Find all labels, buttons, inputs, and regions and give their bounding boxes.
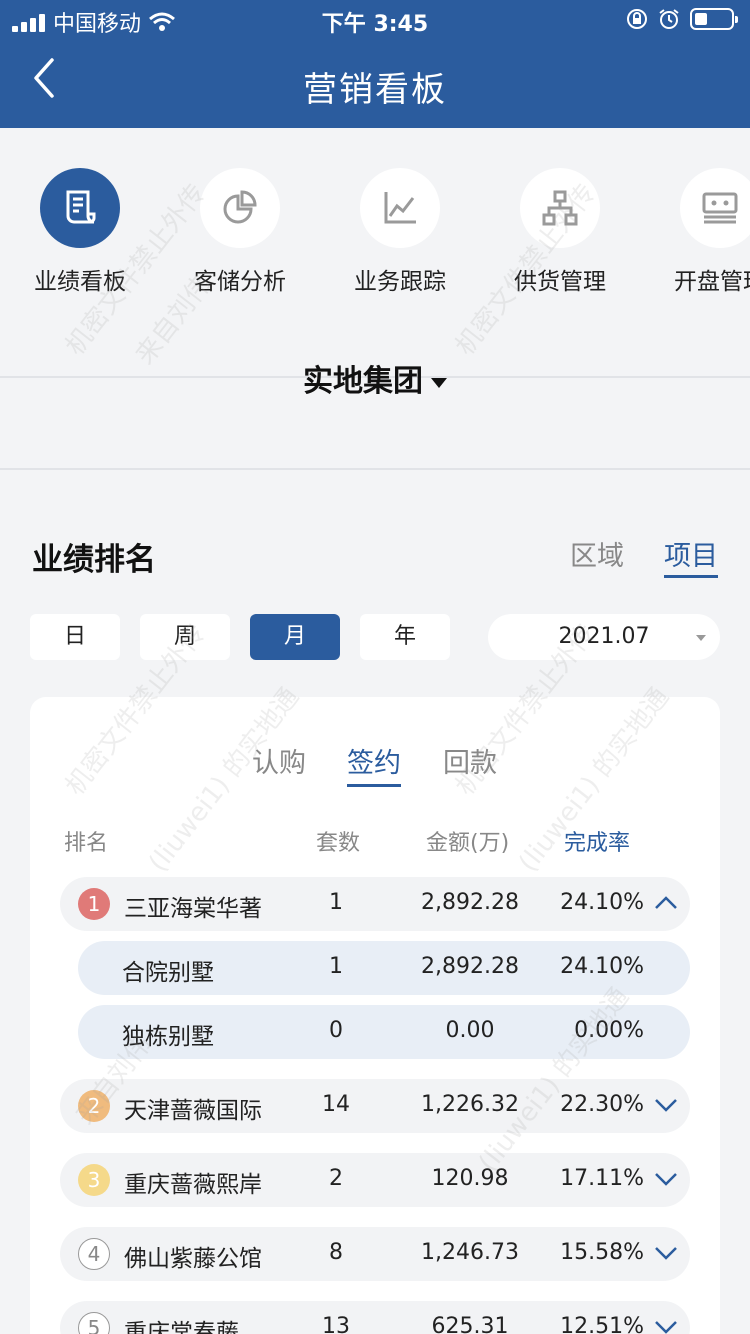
table-row[interactable]: 1 三亚海棠华著 1 2,892.28 24.10%: [60, 877, 690, 931]
completion-rate: 24.10%: [560, 954, 644, 979]
section-title: 业绩排名: [32, 542, 156, 578]
nav-bar: 营销看板: [0, 40, 750, 128]
column-header-rate[interactable]: 完成率: [564, 825, 630, 857]
tab-region[interactable]: 区域: [570, 534, 624, 573]
rank-badge: 4: [78, 1238, 110, 1270]
chevron-down-icon[interactable]: [654, 1317, 678, 1334]
menu-label: 开盘管理: [674, 269, 750, 295]
menu-label: 供货管理: [514, 269, 606, 295]
column-header-amount: 金额(万): [426, 831, 510, 856]
period-year-button[interactable]: 年: [360, 614, 450, 660]
project-name: 重庆常春藤: [124, 1320, 239, 1334]
tab-payment[interactable]: 回款: [443, 741, 497, 780]
status-bar: 中国移动 下午 3:45: [0, 0, 750, 40]
menu-item-supply-management[interactable]: 供货管理: [480, 168, 640, 296]
unit-count: 8: [329, 1240, 343, 1265]
menu-label: 业务跟踪: [354, 269, 446, 295]
menu-label: 业绩看板: [34, 269, 126, 295]
amount: 2,892.28: [421, 954, 519, 979]
product-type-name: 合院别墅: [122, 960, 214, 986]
project-name: 重庆蔷薇熙岸: [124, 1172, 262, 1198]
completion-rate: 12.51%: [560, 1314, 644, 1334]
unit-count: 14: [322, 1092, 350, 1117]
table-subrow: 合院别墅 1 2,892.28 24.10%: [78, 941, 690, 995]
project-name: 天津蔷薇国际: [124, 1098, 262, 1124]
tab-signing[interactable]: 签约: [347, 741, 401, 787]
chevron-down-icon[interactable]: [654, 1169, 678, 1189]
chevron-down-icon[interactable]: [654, 1095, 678, 1115]
dropdown-arrow-icon: [696, 635, 706, 641]
chevron-up-icon[interactable]: [654, 893, 678, 913]
unit-count: 2: [329, 1166, 343, 1191]
menu-item-performance-board[interactable]: 业绩看板: [0, 168, 160, 296]
project-name: 佛山紫藤公馆: [124, 1246, 262, 1272]
menu-item-opening-management[interactable]: 开盘管理: [640, 168, 750, 296]
unit-count: 1: [329, 954, 343, 979]
org-tree-icon: [520, 168, 600, 248]
completion-rate: 22.30%: [560, 1092, 644, 1117]
table-row[interactable]: 5 重庆常春藤 13 625.31 12.51%: [60, 1301, 690, 1334]
amount: 1,226.32: [421, 1092, 519, 1117]
completion-rate: 17.11%: [560, 1166, 644, 1191]
completion-rate: 15.58%: [560, 1240, 644, 1265]
rank-badge: 5: [78, 1312, 110, 1334]
date-picker[interactable]: 2021.07: [488, 614, 720, 660]
function-menu: 业绩看板 客储分析 业务跟踪 供货管理 开盘管: [0, 128, 750, 308]
unit-count: 0: [329, 1018, 343, 1043]
column-header-count: 套数: [316, 831, 361, 856]
project-name: 三亚海棠华著: [124, 896, 262, 922]
amount: 120.98: [431, 1166, 509, 1191]
table-row[interactable]: 2 天津蔷薇国际 14 1,226.32 22.30%: [60, 1079, 690, 1133]
unit-count: 13: [322, 1314, 350, 1334]
pie-chart-icon: [200, 168, 280, 248]
status-icons: [626, 8, 738, 30]
column-header-rank: 排名: [64, 831, 109, 856]
line-chart-icon: [360, 168, 440, 248]
menu-item-customer-analysis[interactable]: 客储分析: [160, 168, 320, 296]
alarm-icon: [659, 9, 679, 29]
caret-down-icon: [431, 377, 447, 388]
product-type-name: 独栋别墅: [122, 1024, 214, 1050]
date-value: 2021.07: [558, 624, 650, 649]
tab-subscription[interactable]: 认购: [252, 741, 306, 780]
performance-board-icon: [40, 168, 120, 248]
amount: 2,892.28: [421, 890, 519, 915]
cash-register-icon: [680, 168, 750, 248]
tab-project[interactable]: 项目: [664, 534, 718, 578]
amount: 0.00: [445, 1018, 495, 1043]
battery-icon: [690, 8, 738, 30]
ranking-card: 认购 签约 回款 排名 套数 金额(万) 完成率 1 三亚海棠华著 1 2,89…: [30, 697, 720, 1334]
company-name: 实地集团: [303, 364, 423, 399]
completion-rate: 0.00%: [574, 1018, 644, 1043]
rotation-lock-icon: [627, 9, 647, 29]
completion-rate: 24.10%: [560, 890, 644, 915]
unit-count: 1: [329, 890, 343, 915]
amount: 625.31: [431, 1314, 509, 1334]
rank-badge: 1: [78, 888, 110, 920]
table-row[interactable]: 3 重庆蔷薇熙岸 2 120.98 17.11%: [60, 1153, 690, 1207]
chevron-down-icon[interactable]: [654, 1243, 678, 1263]
amount: 1,246.73: [421, 1240, 519, 1265]
period-week-button[interactable]: 周: [140, 614, 230, 660]
period-day-button[interactable]: 日: [30, 614, 120, 660]
rank-badge: 2: [78, 1090, 110, 1122]
rank-badge: 3: [78, 1164, 110, 1196]
table-row[interactable]: 4 佛山紫藤公馆 8 1,246.73 15.58%: [60, 1227, 690, 1281]
divider: [0, 468, 750, 470]
menu-item-business-tracking[interactable]: 业务跟踪: [320, 168, 480, 296]
page-title: 营销看板: [303, 70, 447, 110]
table-subrow: 独栋别墅 0 0.00 0.00%: [78, 1005, 690, 1059]
menu-label: 客储分析: [194, 269, 286, 295]
period-month-button[interactable]: 月: [250, 614, 340, 660]
company-selector[interactable]: 实地集团: [0, 356, 750, 400]
